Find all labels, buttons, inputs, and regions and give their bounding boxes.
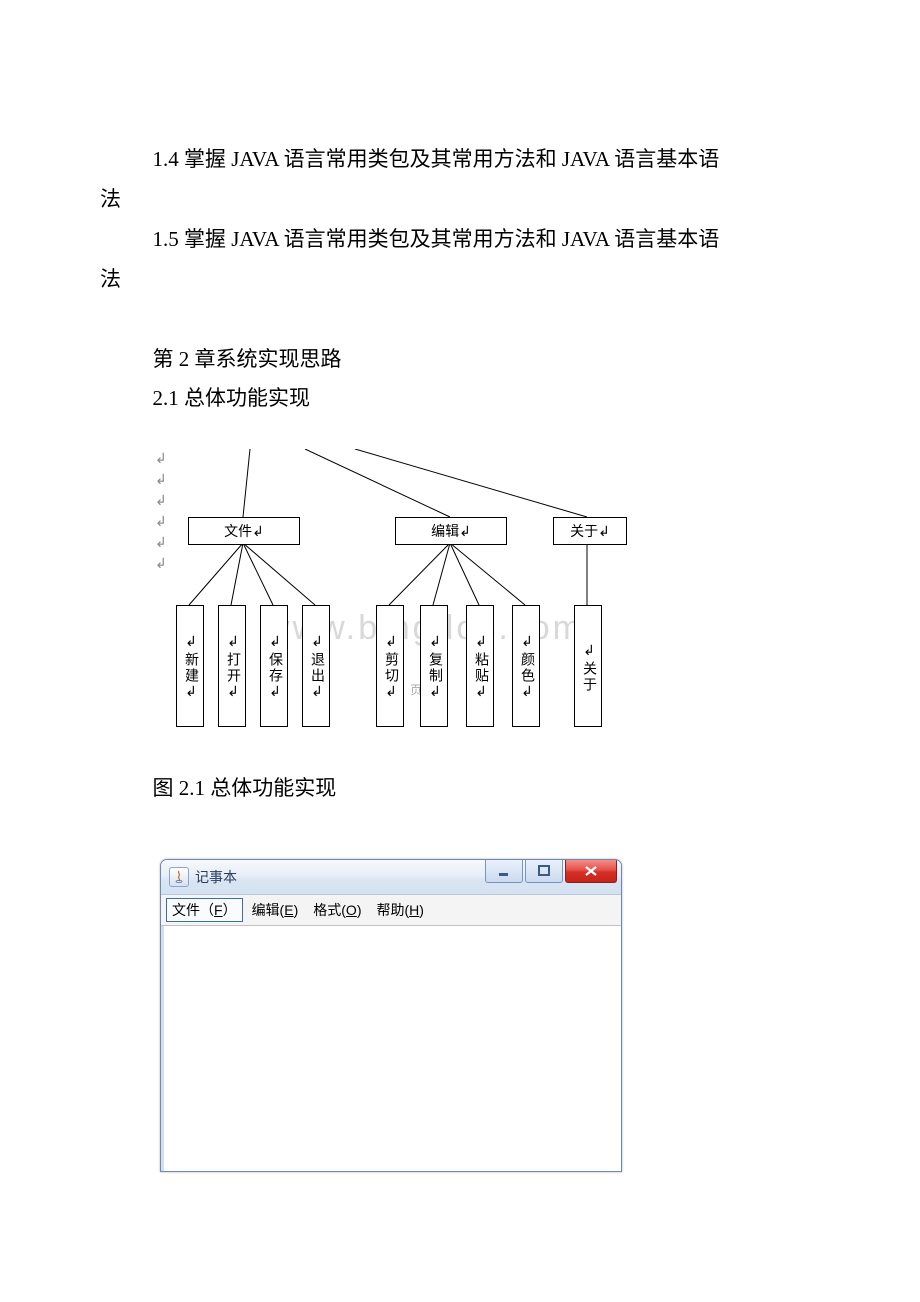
maximize-icon	[537, 864, 551, 878]
close-button[interactable]	[565, 860, 617, 883]
menu-format[interactable]: 格式(O)	[307, 898, 367, 922]
tree-leaf-save: ↲保存↲	[260, 605, 288, 727]
tree-node-about: 关于↲	[553, 517, 627, 545]
paragraph-1-5: 1.5 掌握 JAVA 语言常用类包及其常用方法和 JAVA 语言基本语	[100, 220, 820, 260]
tree-node-edit: 编辑↲	[395, 517, 507, 545]
tree-leaf-new: ↲新建↲	[176, 605, 204, 727]
menu-file[interactable]: 文件（F）	[166, 898, 243, 922]
figure-caption-2-1: 图 2.1 总体功能实现	[100, 769, 820, 809]
java-app-icon	[169, 867, 189, 887]
function-tree-diagram: ↲ ↲ ↲ ↲ ↲ ↲ www.bingdoc.com 页	[155, 449, 685, 749]
tree-leaf-about: ↲关于	[574, 605, 602, 727]
paragraph-1-4: 1.4 掌握 JAVA 语言常用类包及其常用方法和 JAVA 语言基本语	[100, 140, 820, 180]
minimize-button[interactable]	[485, 860, 523, 883]
tree-leaf-copy: ↲复制↲	[420, 605, 448, 727]
heading-chapter-2: 第 2 章系统实现思路	[100, 340, 820, 380]
tree-node-file: 文件↲	[188, 517, 300, 545]
tree-leaf-exit: ↲退出↲	[302, 605, 330, 727]
minimize-icon	[497, 864, 511, 878]
tree-leaf-open: ↲打开↲	[218, 605, 246, 727]
menubar: 文件（F） 编辑(E) 格式(O) 帮助(H)	[161, 895, 621, 926]
tree-leaf-cut: ↲剪切↲	[376, 605, 404, 727]
text-area[interactable]	[161, 926, 621, 1171]
notepad-window: 记事本 文件（F） 编辑(E) 格式(O)	[160, 859, 622, 1172]
tree-leaf-paste: ↲粘贴↲	[466, 605, 494, 727]
menu-edit[interactable]: 编辑(E)	[246, 898, 305, 922]
maximize-button[interactable]	[525, 860, 563, 883]
paragraph-1-5-cont: 法	[100, 260, 820, 300]
tree-leaf-color: ↲颜色↲	[512, 605, 540, 727]
paragraph-1-4-cont: 法	[100, 180, 820, 220]
window-title: 记事本	[195, 867, 237, 887]
close-icon	[583, 864, 599, 878]
heading-section-2-1: 2.1 总体功能实现	[100, 379, 820, 419]
titlebar[interactable]: 记事本	[161, 860, 621, 895]
menu-help[interactable]: 帮助(H)	[370, 898, 429, 922]
